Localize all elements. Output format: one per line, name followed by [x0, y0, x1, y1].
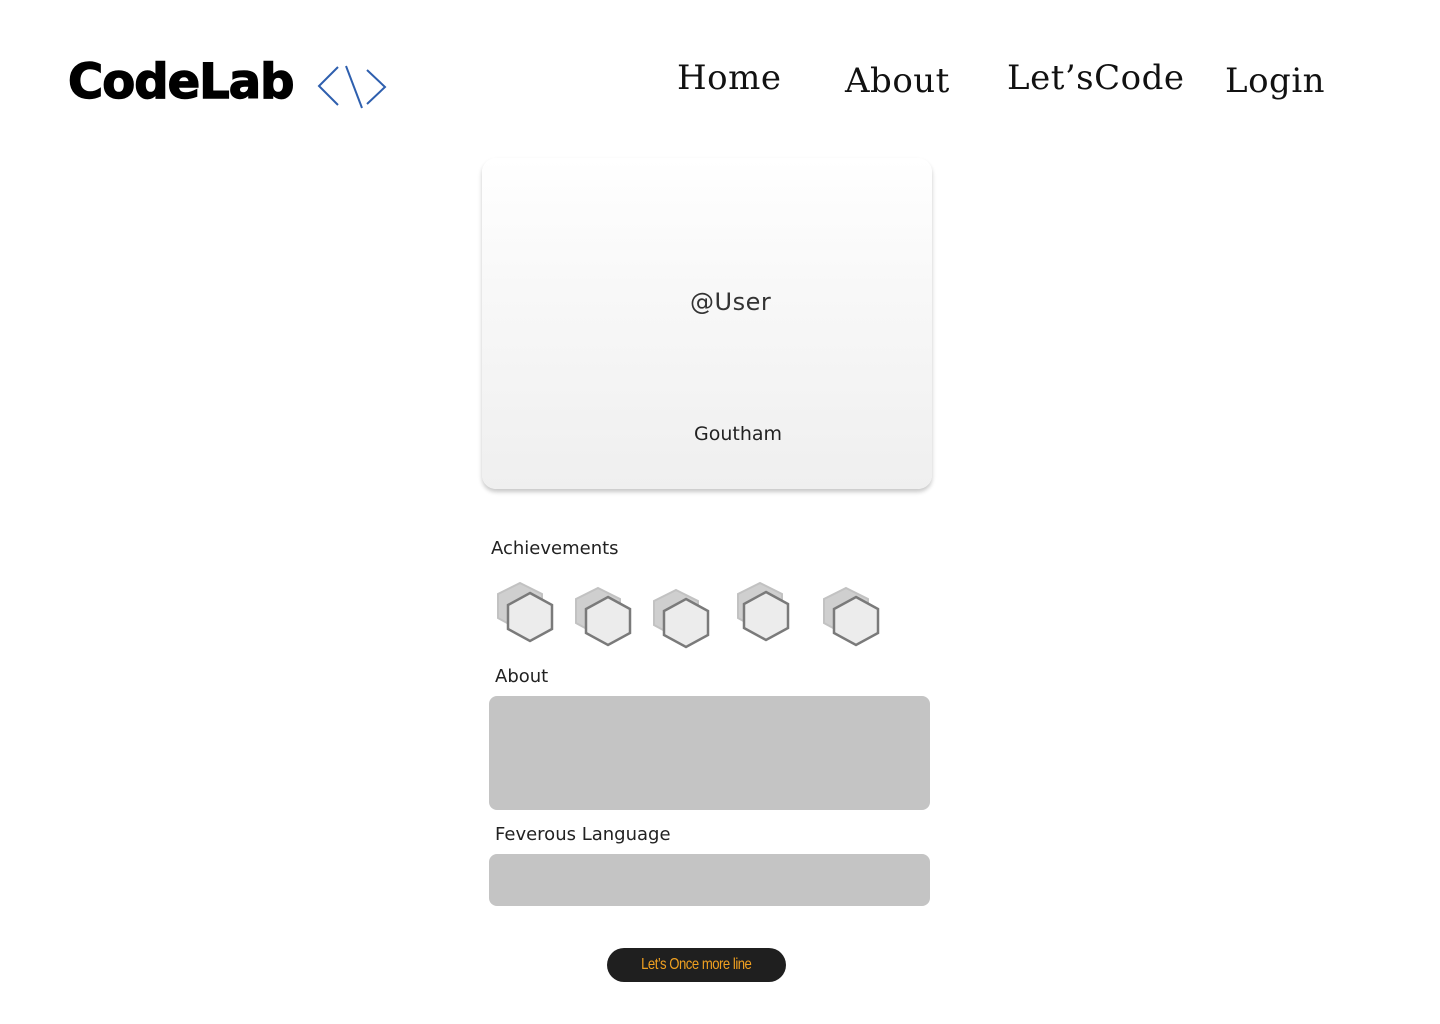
nav-login-link[interactable]: Login	[1225, 61, 1325, 101]
language-heading: Feverous Language	[495, 824, 671, 845]
profile-page: CodeLab Home About Let’sCode Login @User…	[0, 0, 1440, 1024]
nav-about-link[interactable]: About	[845, 61, 950, 101]
hexagon-badge-icon[interactable]	[732, 582, 796, 648]
profile-card: @User Goutham	[482, 158, 932, 489]
cta-button[interactable]: Let’s Once more line	[607, 948, 786, 982]
achievements-heading: Achievements	[491, 538, 619, 559]
hexagon-badge-icon[interactable]	[572, 586, 636, 652]
profile-username: @User	[690, 288, 772, 316]
language-field[interactable]	[489, 854, 930, 906]
about-heading: About	[495, 666, 549, 687]
about-field[interactable]	[489, 696, 930, 810]
code-brackets-icon	[317, 65, 387, 109]
hexagon-badge-icon[interactable]	[820, 586, 884, 652]
nav-home-link[interactable]: Home	[677, 58, 781, 98]
cta-button-label: Let’s Once more line	[641, 956, 752, 973]
nav-letscode-link[interactable]: Let’sCode	[1007, 58, 1185, 98]
hexagon-badge-icon[interactable]	[650, 588, 714, 654]
hexagon-badge-icon[interactable]	[492, 582, 556, 648]
profile-name: Goutham	[694, 423, 783, 445]
codelab-logo[interactable]: CodeLab	[67, 52, 295, 112]
